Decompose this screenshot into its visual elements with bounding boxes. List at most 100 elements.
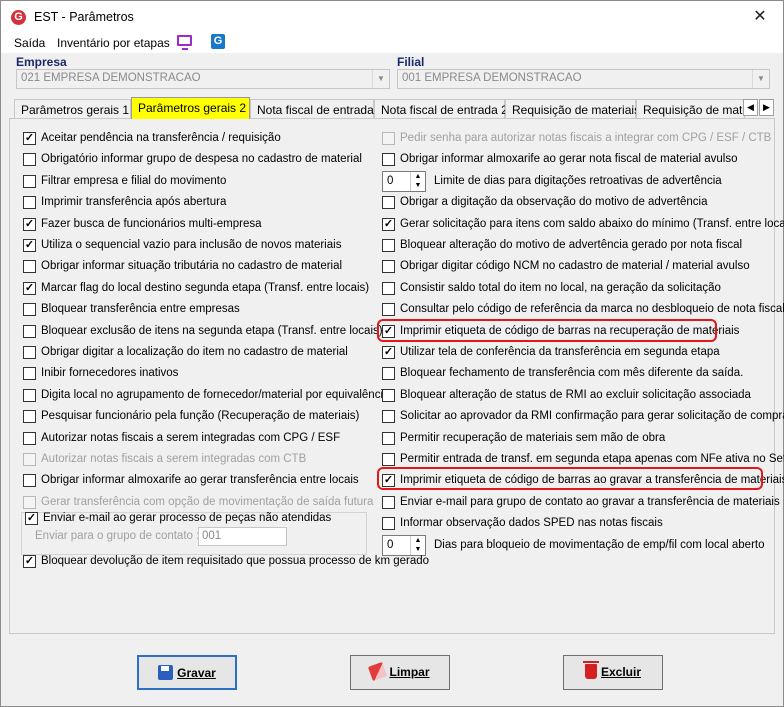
close-button[interactable]: ✕ <box>737 1 783 33</box>
option-label: Bloquear devolução de item requisitado q… <box>41 555 430 567</box>
option-label: Limite de dias para digitações retroativ… <box>434 174 722 187</box>
option-label: Enviar e-mail para grupo de contato ao g… <box>400 495 780 508</box>
checkbox[interactable] <box>382 239 395 252</box>
checkbox[interactable] <box>23 303 36 317</box>
checkbox[interactable] <box>382 431 395 445</box>
option-label: Obrigar informar almoxarife ao gerar tra… <box>41 474 359 487</box>
option-label: Pedir senha para autorizar notas fiscais… <box>400 132 772 144</box>
option-label: Bloquear fechamento de transferência com… <box>400 367 744 380</box>
spinner-arrows-icon[interactable]: ▲ ▼ <box>410 535 425 555</box>
option-label: Bloquear transferência entre empresas <box>41 303 240 316</box>
checkbox[interactable] <box>23 196 36 210</box>
option-label: Obrigar digitar a localização do item no… <box>41 346 348 358</box>
number-spinner[interactable]: 0 ▲ ▼ <box>382 534 426 556</box>
spinner-value: 0 <box>387 538 394 551</box>
option-label: Informar observação dados SPED nas notas… <box>400 517 663 530</box>
save-icon <box>158 665 174 681</box>
checkbox[interactable] <box>23 174 36 188</box>
checkbox[interactable] <box>23 324 36 338</box>
tab-strip: Parâmetros gerais 1 Parâmetros gerais 2 … <box>14 97 777 119</box>
g-app-icon[interactable]: G <box>211 34 225 49</box>
checkbox <box>23 453 36 466</box>
checkbox[interactable] <box>382 453 395 466</box>
option-label: Gerar transferência com opção de movimen… <box>41 495 374 508</box>
chevron-down-icon[interactable]: ▼ <box>752 70 769 88</box>
checkbox[interactable] <box>23 388 36 402</box>
checkbox-checked[interactable]: ✓ <box>23 239 36 252</box>
checkbox[interactable]: ✓ <box>25 512 38 525</box>
option-label: Dias para bloqueio de movimentação de em… <box>434 538 765 551</box>
checkbox[interactable] <box>23 153 36 167</box>
checkbox[interactable] <box>23 260 36 274</box>
checkbox[interactable] <box>382 281 395 295</box>
option-label: Permitir entrada de transf. em segunda e… <box>400 453 784 465</box>
contact-group-field[interactable]: 001 <box>198 527 287 546</box>
delete-button[interactable]: Excluir <box>563 655 663 690</box>
number-spinner[interactable]: 0 ▲ ▼ <box>382 170 426 192</box>
save-button[interactable]: Gravar <box>137 655 237 690</box>
tab-nota-fiscal-entrada-2[interactable]: Nota fiscal de entrada 2 <box>374 99 508 119</box>
filial-select[interactable]: 001 EMPRESA DEMONSTRACAO ▼ <box>397 69 770 89</box>
tab-parametros-gerais-1[interactable]: Parâmetros gerais 1 <box>14 99 131 119</box>
tab-scroll-right-icon[interactable]: ▶ <box>759 99 774 116</box>
checkbox-checked[interactable]: ✓ <box>23 217 36 231</box>
title-bar: G EST - Parâmetros ✕ <box>1 1 783 33</box>
option-label: Fazer busca de funcionários multi-empres… <box>41 217 262 230</box>
option-label: Inibir fornecedores inativos <box>41 367 179 380</box>
checkbox[interactable] <box>382 517 395 531</box>
option-label: Consistir saldo total do item no local, … <box>400 281 721 294</box>
eraser-icon <box>368 662 388 682</box>
checkbox[interactable] <box>382 388 395 402</box>
monitor-icon[interactable] <box>177 35 192 50</box>
email-group-label: Enviar e-mail ao gerar processo de peças… <box>43 512 332 524</box>
checkbox[interactable] <box>382 303 395 317</box>
checkbox-checked[interactable]: ✓ <box>23 132 36 145</box>
checkbox[interactable] <box>23 346 36 359</box>
checkbox[interactable] <box>382 153 395 167</box>
highlight-box <box>377 319 717 342</box>
checkbox[interactable] <box>23 367 36 381</box>
email-group-checkbox-row[interactable]: ✓ Enviar e-mail ao gerar processo de peç… <box>25 511 331 527</box>
checkbox-checked[interactable]: ✓ <box>382 217 395 231</box>
tab-requisicao-materiais-2[interactable]: Requisição de materi <box>636 99 745 119</box>
option-label: Digita local no agrupamento de fornecedo… <box>41 388 390 401</box>
window-title: EST - Parâmetros <box>34 10 134 24</box>
checkbox[interactable] <box>382 196 395 210</box>
delete-label: Excluir <box>600 665 642 679</box>
contact-group-label: Enviar para o grupo de contato : <box>35 530 200 542</box>
menu-item-saida[interactable]: Saída <box>14 36 45 50</box>
empresa-select[interactable]: 021 EMPRESA DEMONSTRACAO ▼ <box>16 69 390 89</box>
option-label: Gerar solicitação para itens com saldo a… <box>400 217 784 230</box>
checkbox[interactable] <box>382 410 395 424</box>
checkbox-checked[interactable]: ✓ <box>382 346 395 359</box>
option-label: Pesquisar funcionário pela função (Recup… <box>41 410 360 423</box>
option-label: Filtrar empresa e filial do movimento <box>41 174 227 187</box>
checkbox[interactable] <box>23 410 36 424</box>
tab-scroll-left-icon[interactable]: ◀ <box>743 99 758 116</box>
menu-item-inventario[interactable]: Inventário por etapas <box>57 36 170 50</box>
menu-bar: Saída Inventário por etapas G <box>1 33 783 53</box>
save-label: Gravar <box>177 666 216 680</box>
clear-button[interactable]: Limpar <box>350 655 450 690</box>
checkbox[interactable]: ✓ <box>23 555 36 568</box>
chevron-down-icon[interactable]: ▼ <box>372 70 389 88</box>
spinner-arrows-icon[interactable]: ▲ ▼ <box>410 171 425 191</box>
option-label: Obrigar informar situação tributária no … <box>41 260 343 273</box>
highlight-box <box>377 467 763 490</box>
option-label: Consultar pelo código de referência da m… <box>400 303 784 316</box>
filial-label: Filial <box>397 55 425 69</box>
empresa-label: Empresa <box>16 55 67 69</box>
checkbox[interactable] <box>23 474 36 488</box>
filial-value: 001 EMPRESA DEMONSTRACAO <box>402 72 582 84</box>
trash-icon <box>582 661 599 680</box>
tab-parametros-gerais-2[interactable]: Parâmetros gerais 2 <box>131 97 250 119</box>
tab-nota-fiscal-entrada[interactable]: Nota fiscal de entrada <box>250 99 374 119</box>
tab-requisicao-materiais[interactable]: Requisição de materiais <box>505 99 640 119</box>
option-label: Obrigar a digitação da observação do mot… <box>400 196 708 209</box>
checkbox[interactable] <box>382 260 395 274</box>
checkbox-checked[interactable]: ✓ <box>23 281 36 295</box>
checkbox[interactable] <box>382 495 395 509</box>
checkbox[interactable] <box>382 367 395 381</box>
checkbox[interactable] <box>23 431 36 445</box>
option-label: Imprimir transferência após abertura <box>41 196 227 209</box>
